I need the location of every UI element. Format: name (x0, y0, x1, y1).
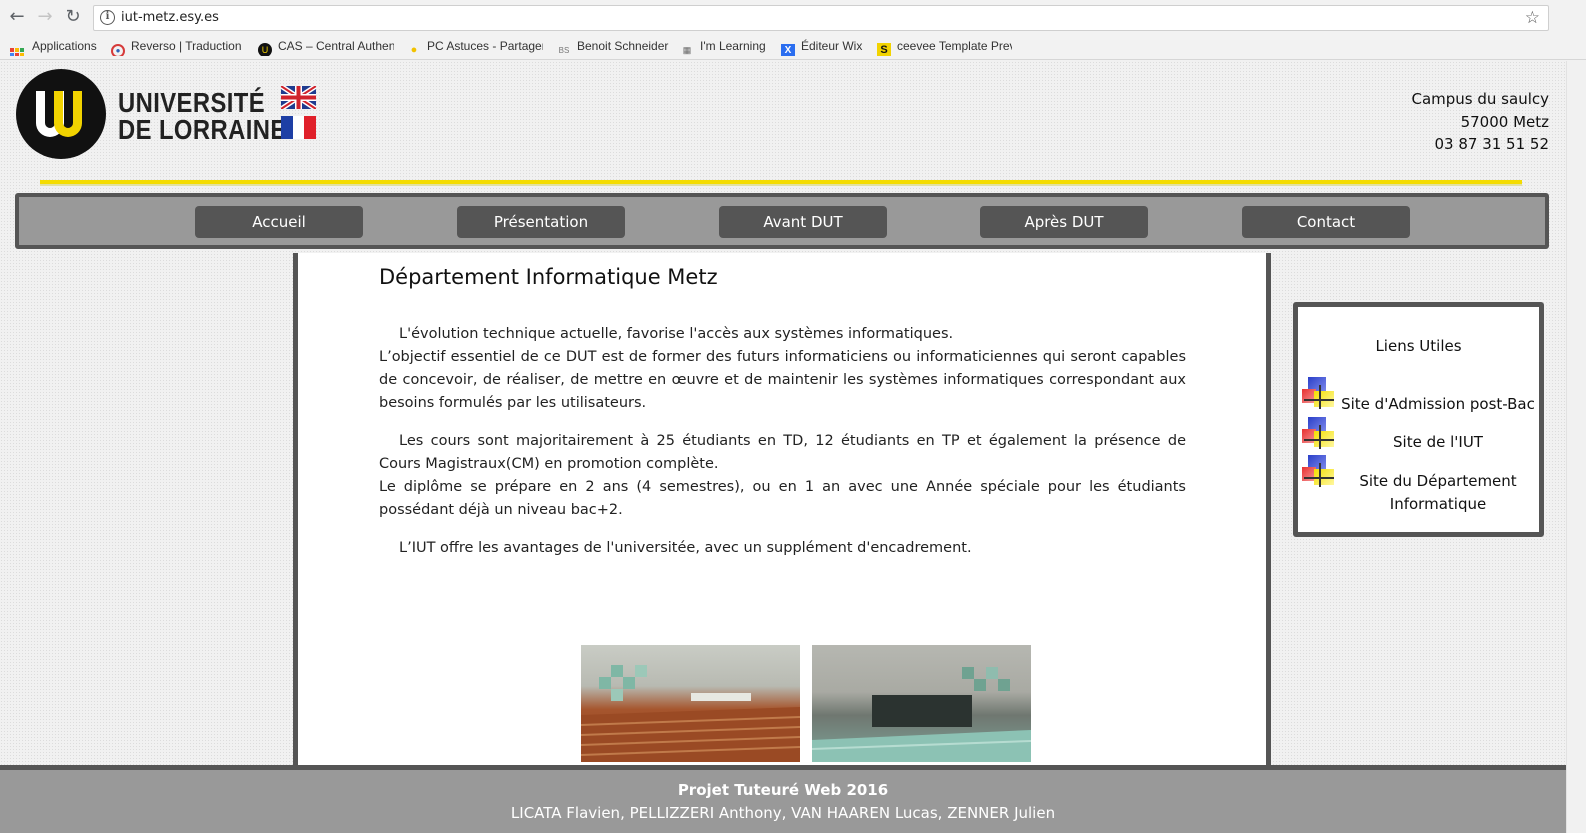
bookmark-benoit-schneider[interactable]: BS Benoit Schneider (557, 39, 669, 56)
paragraph-diploma: Le diplôme se prépare en 2 ans (4 semest… (379, 479, 1186, 518)
uk-flag-icon[interactable] (281, 86, 316, 109)
link-admission-post-bac[interactable]: Site d'Admission post-Bac (1298, 377, 1539, 417)
bulb-icon: ● (410, 44, 418, 56)
reverso-icon: ● (111, 44, 125, 56)
logo-text: UNIVERSITÉ DE LORRAINE (118, 87, 287, 145)
footer-authors: LICATA Flavien, PELLIZZERI Anthony, VAN … (510, 804, 1056, 822)
page-title: Département Informatique Metz (379, 265, 718, 289)
link-bullet-icon (1302, 377, 1334, 411)
main-navigation: Accueil Présentation Avant DUT Après DUT… (15, 193, 1549, 249)
header-divider (40, 180, 1522, 186)
main-content: Département Informatique Metz L'évolutio… (293, 253, 1271, 833)
vertical-scrollbar[interactable] (1566, 61, 1586, 833)
back-arrow-icon[interactable]: ← (6, 6, 28, 28)
paragraph-advantages: L’IUT offre les avantages de l'universit… (399, 540, 972, 556)
bookmark-applications[interactable]: Applications (10, 39, 102, 56)
nav-contact[interactable]: Contact (1242, 206, 1410, 238)
wix-icon: X (781, 44, 795, 56)
footer: Projet Tuteuré Web 2016 LICATA Flavien, … (0, 765, 1566, 833)
bookmark-reverso[interactable]: ● Reverso | Traduction (111, 39, 247, 56)
paragraph-intro: L'évolution technique actuelle, favorise… (399, 326, 954, 342)
bookmark-pc-astuces[interactable]: ● PC Astuces - Partager (407, 39, 543, 56)
bookmarks-bar: Applications ● Reverso | Traduction U CAS … (0, 35, 1586, 60)
link-bullet-icon (1302, 455, 1334, 489)
learning-icon: ▦ (682, 45, 692, 55)
bookmark-editeur-wix[interactable]: X Éditeur Wix (781, 39, 869, 56)
bookmark-im-learning[interactable]: ▦ I'm Learning (680, 39, 772, 56)
forward-arrow-icon[interactable]: → (34, 6, 56, 28)
link-site-iut[interactable]: Site de l'IUT (1298, 417, 1539, 457)
bookmark-star-icon[interactable]: ☆ (1525, 8, 1540, 28)
address-bar[interactable]: i iut-metz.esy.es ☆ (93, 5, 1549, 31)
page: UNIVERSITÉ DE LORRAINE Campus du saulcy … (0, 61, 1566, 833)
apps-grid-icon (10, 48, 24, 56)
bs-icon: BS (558, 46, 570, 55)
link-site-departement[interactable]: Site du Département Informatique (1298, 455, 1539, 515)
link-bullet-icon (1302, 417, 1334, 451)
reload-icon[interactable]: ↻ (62, 6, 84, 28)
bookmark-cas[interactable]: U CAS – Central Authen (258, 39, 394, 56)
info-icon[interactable]: i (100, 10, 115, 25)
footer-title: Projet Tuteuré Web 2016 (677, 781, 889, 799)
useful-links-title: Liens Utiles (1375, 337, 1462, 355)
nav-avant-dut[interactable]: Avant DUT (719, 206, 887, 238)
s-icon: S (877, 43, 891, 56)
bookmark-ceevee[interactable]: Sceevee Template Prev (877, 39, 1012, 56)
lecture-hall-photo (581, 645, 800, 762)
nav-apres-dut[interactable]: Après DUT (980, 206, 1148, 238)
address-bar-url[interactable]: iut-metz.esy.es (121, 10, 219, 25)
paragraph-objective: L’objectif essentiel de ce DUT est de fo… (379, 349, 1186, 411)
campus-address: Campus du saulcy 57000 Metz 03 87 31 51 … (1411, 90, 1550, 153)
lorraine-icon: U (258, 43, 272, 56)
fr-flag-icon[interactable] (281, 116, 317, 139)
useful-links-panel: Liens Utiles Site d'Admission post-Bac S… (1293, 302, 1544, 537)
nav-presentation[interactable]: Présentation (457, 206, 625, 238)
amphitheatre-photo (812, 645, 1031, 762)
nav-accueil[interactable]: Accueil (195, 206, 363, 238)
paragraph-courses: Les cours sont majoritairement à 25 étud… (379, 433, 1186, 472)
universite-lorraine-logo-icon[interactable] (16, 69, 106, 159)
browser-toolbar: ← → ↻ i iut-metz.esy.es ☆ (0, 0, 1586, 35)
